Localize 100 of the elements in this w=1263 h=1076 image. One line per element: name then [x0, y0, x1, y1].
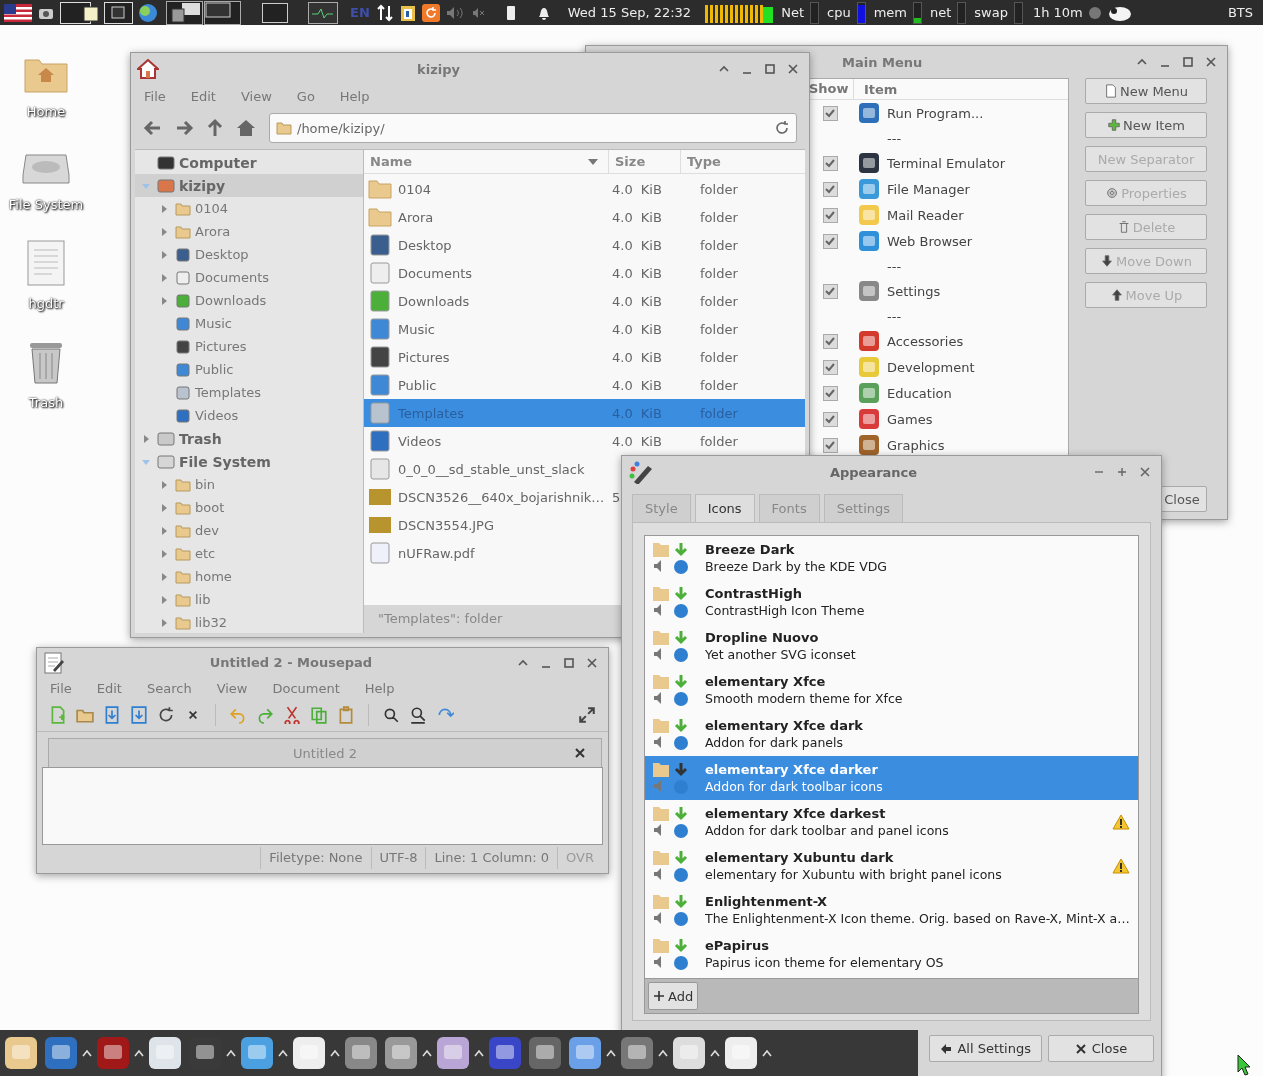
menu-item[interactable]: File: [144, 88, 166, 104]
theme-row[interactable]: elementary Xfce darkest Addon for dark toolbar and panel icons: [645, 800, 1138, 844]
close-button[interactable]: [787, 63, 799, 75]
sidebar-item[interactable]: dev: [135, 519, 363, 542]
menu-item-label[interactable]: Run Program...: [887, 105, 984, 121]
expander-icon[interactable]: [159, 295, 169, 306]
separator-entry[interactable]: ---: [887, 130, 902, 146]
show-checkbox[interactable]: [822, 233, 838, 249]
save-as-icon[interactable]: [130, 706, 148, 724]
sidebar-item[interactable]: kizipy: [135, 174, 363, 197]
reload-icon[interactable]: [774, 120, 790, 136]
system-monitor-icon[interactable]: [308, 1, 338, 24]
back-arrow-icon[interactable]: [143, 118, 163, 138]
menu-item-label[interactable]: Accessories: [887, 333, 964, 349]
expander-icon[interactable]: [159, 272, 169, 283]
sidebar-item[interactable]: 0104: [135, 197, 363, 220]
menu-item[interactable]: Edit: [96, 680, 122, 696]
menu-item[interactable]: Search: [146, 680, 192, 696]
file-row[interactable]: Documents 4.0 KiB folder: [364, 259, 805, 287]
menu-item-label[interactable]: Games: [887, 411, 933, 427]
expander-icon[interactable]: [141, 433, 151, 444]
sidebar-item[interactable]: Music: [135, 312, 363, 335]
menu-item-label[interactable]: Graphics: [887, 437, 945, 453]
maximize-button[interactable]: [1182, 56, 1194, 68]
show-checkbox[interactable]: [822, 181, 838, 197]
sidebar-item[interactable]: Computer: [135, 151, 363, 174]
show-checkbox[interactable]: [822, 411, 838, 427]
sort-caret-icon[interactable]: [588, 158, 598, 165]
search-replace-icon[interactable]: [409, 706, 427, 724]
tab[interactable]: Icons: [694, 494, 755, 522]
theme-row[interactable]: elementary Xfce Smooth modern theme for Xfce: [645, 668, 1138, 712]
tab-close-icon[interactable]: [575, 748, 585, 758]
sidebar-item[interactable]: lib32: [135, 611, 363, 634]
caret-icon[interactable]: [422, 1049, 432, 1057]
menu-item-label[interactable]: Development: [887, 359, 975, 375]
caret-icon[interactable]: [762, 1049, 772, 1057]
caret-icon[interactable]: [658, 1049, 668, 1057]
expander-icon[interactable]: [159, 502, 169, 513]
theme-row[interactable]: ePapirus Papirus icon theme for elementary OS: [645, 932, 1138, 976]
expander-icon[interactable]: [159, 479, 169, 490]
caret-icon[interactable]: [134, 1049, 144, 1057]
menu-editor-button[interactable]: New Item: [1085, 112, 1207, 138]
caret-icon[interactable]: [226, 1049, 236, 1057]
location-field[interactable]: /home/kizipy/: [269, 113, 797, 143]
expander-icon[interactable]: [159, 594, 169, 605]
menu-item[interactable]: View: [216, 680, 248, 696]
sidebar-item[interactable]: Trash: [135, 427, 363, 450]
menu-item-label[interactable]: Terminal Emulator: [887, 155, 1006, 171]
expander-icon[interactable]: [159, 548, 169, 559]
desktop-icon-label[interactable]: Home: [26, 104, 66, 119]
show-checkbox[interactable]: [822, 333, 838, 349]
file-row[interactable]: Arora 4.0 KiB folder: [364, 203, 805, 231]
expander-icon[interactable]: [159, 525, 169, 536]
dialog-button[interactable]: Close: [1048, 1035, 1154, 1062]
sidebar-item[interactable]: File System: [135, 450, 363, 473]
menu-item-label[interactable]: Settings: [887, 283, 941, 299]
window-buttons-drawing[interactable]: [60, 1, 160, 24]
close-button[interactable]: [1139, 466, 1151, 478]
maximize-button[interactable]: [1116, 466, 1128, 478]
add-button[interactable]: Add: [648, 982, 699, 1010]
search-icon[interactable]: [382, 706, 400, 724]
maximize-button[interactable]: [764, 63, 776, 75]
expander-icon[interactable]: [159, 226, 169, 237]
workspace-pager-drawing[interactable]: [166, 0, 242, 25]
menu-item[interactable]: View: [240, 88, 272, 104]
help-dot-icon[interactable]: [1088, 6, 1101, 19]
file-row[interactable]: 0_0_0__sd_stable_unst_slack: [364, 455, 805, 483]
file-row[interactable]: Desktop 4.0 KiB folder: [364, 231, 805, 259]
sidebar-item[interactable]: boot: [135, 496, 363, 519]
menu-item-label[interactable]: Education: [887, 385, 952, 401]
fullscreen-icon[interactable]: [578, 706, 596, 724]
close-button[interactable]: [586, 656, 598, 669]
caret-icon[interactable]: [606, 1049, 616, 1057]
flag-icon[interactable]: [4, 3, 32, 22]
caret-icon[interactable]: [82, 1049, 92, 1057]
clipboard-icon[interactable]: [399, 3, 416, 22]
user-label[interactable]: BTS: [1221, 5, 1259, 20]
show-checkbox[interactable]: [822, 437, 838, 453]
file-row[interactable]: 0104 4.0 KiB folder: [364, 175, 805, 203]
sidebar-item[interactable]: Videos: [135, 404, 363, 427]
save-icon[interactable]: [103, 706, 121, 724]
text-area[interactable]: [42, 767, 603, 845]
separator-entry[interactable]: ---: [887, 258, 902, 274]
separator-entry[interactable]: ---: [887, 308, 902, 324]
theme-row[interactable]: Enlightenment-X The Enlightenment-X Icon theme. Orig. based on Rave-X, Mint-X a…: [645, 888, 1138, 932]
sidebar-item[interactable]: Documents: [135, 266, 363, 289]
show-checkbox[interactable]: [822, 385, 838, 401]
caret-icon[interactable]: [278, 1049, 288, 1057]
menu-item[interactable]: Go: [296, 88, 315, 104]
maximize-button[interactable]: [563, 656, 575, 669]
menu-item[interactable]: Help: [364, 680, 395, 696]
caret-icon[interactable]: [710, 1049, 720, 1057]
menu-editor-button[interactable]: New Menu: [1085, 78, 1207, 104]
theme-row[interactable]: elementary Xubuntu dark elementary for Xubuntu with bright panel icons: [645, 844, 1138, 888]
show-checkbox[interactable]: [822, 207, 838, 223]
column-header[interactable]: Item: [854, 81, 898, 97]
file-row[interactable]: Public 4.0 KiB folder: [364, 371, 805, 399]
file-row[interactable]: Pictures 4.0 KiB folder: [364, 343, 805, 371]
desktop-icon-label[interactable]: Trash: [28, 395, 64, 410]
show-checkbox[interactable]: [822, 283, 838, 299]
